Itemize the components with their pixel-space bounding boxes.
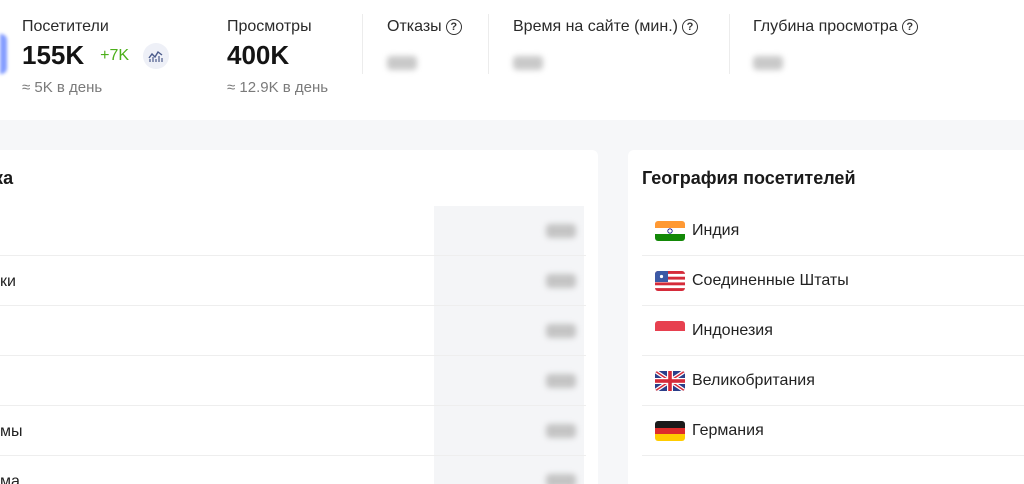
source-hidden-value [546,324,576,338]
source-name: мы [0,423,23,440]
geo-row-india[interactable]: Индия [642,206,1024,256]
stat-time-label-row: Время на сайте (мин.) ? [513,18,698,36]
source-row[interactable]: ма [0,456,586,484]
stat-visitors-value-row: 155K +7K [22,40,170,71]
stat-pageviews-label: Просмотры [227,18,312,35]
geo-row-usa[interactable]: Соединенные Штаты [642,256,1024,306]
source-hidden-value [546,274,576,288]
geo-country-name: Великобритания [692,371,815,389]
stat-depth-hidden-value [753,56,783,70]
stat-divider [488,14,489,74]
uk-flag-icon [655,370,685,391]
source-row[interactable]: мы [0,406,586,456]
germany-flag-icon [655,420,685,441]
traffic-sources-title: рика [0,168,14,188]
geo-row-germany[interactable]: Германия [642,406,1024,456]
selected-stat-accent [0,34,7,74]
help-icon[interactable]: ? [681,19,698,35]
stat-depth[interactable]: Глубина просмотра ? [753,18,918,70]
stat-divider [729,14,730,74]
stat-depth-label: Глубина просмотра [753,18,898,35]
source-row[interactable] [0,206,586,256]
stat-time-hidden-value [513,56,543,70]
geography-card: География посетителей Индия Соединенные … [628,150,1024,484]
stat-bounces-hidden-value [387,56,417,70]
stat-divider [362,14,363,74]
stat-time-on-site[interactable]: Время на сайте (мин.) ? [513,18,698,70]
source-hidden-value [546,224,576,238]
geo-country-name: Германия [692,421,764,439]
stat-pageviews-value: 400K [227,40,290,70]
source-name: ма [0,473,20,484]
stat-pageviews-per-day: ≈ 12.9K в день [227,79,329,96]
source-row[interactable] [0,356,586,406]
stat-visitors-label: Посетители [22,18,109,35]
stat-visitors-delta: +7K [100,46,130,64]
stat-visitors-value: 155K [22,40,85,70]
source-name: ки [0,273,16,290]
help-icon[interactable]: ? [445,19,462,35]
stat-visitors[interactable]: Посетители 155K +7K ≈ 5K в день [22,18,170,96]
help-icon[interactable]: ? [901,19,918,35]
geo-row-indonesia[interactable]: Индонезия [642,306,1024,356]
source-row[interactable]: ки [0,256,586,306]
source-row[interactable] [0,306,586,356]
source-hidden-value [546,374,576,388]
usa-flag-icon [655,270,685,291]
indonesia-flag-icon [655,320,685,341]
geo-country-name: Соединенные Штаты [692,271,849,289]
geo-row-uk[interactable]: Великобритания [642,356,1024,406]
stat-visitors-per-day: ≈ 5K в день [22,79,103,96]
source-hidden-value [546,474,576,484]
stats-strip: Посетители 155K +7K ≈ 5K в день Просмотр… [0,0,1024,120]
stat-bounces-label: Отказы [387,18,442,35]
geo-country-name: Индия [692,221,740,239]
source-hidden-value [546,424,576,438]
stat-depth-label-row: Глубина просмотра ? [753,18,918,36]
stat-pageviews[interactable]: Просмотры 400K ≈ 12.9K в день [227,18,328,96]
india-flag-icon [655,220,685,241]
stat-time-label: Время на сайте (мин.) [513,18,678,35]
stat-bounces-label-row: Отказы ? [387,18,462,36]
traffic-sources-card: рика ки мы ма [0,150,598,484]
trend-chart-icon[interactable] [143,42,170,69]
stat-bounces[interactable]: Отказы ? [387,18,462,70]
geo-country-name: Индонезия [692,321,773,339]
geography-title: География посетителей [642,168,856,188]
